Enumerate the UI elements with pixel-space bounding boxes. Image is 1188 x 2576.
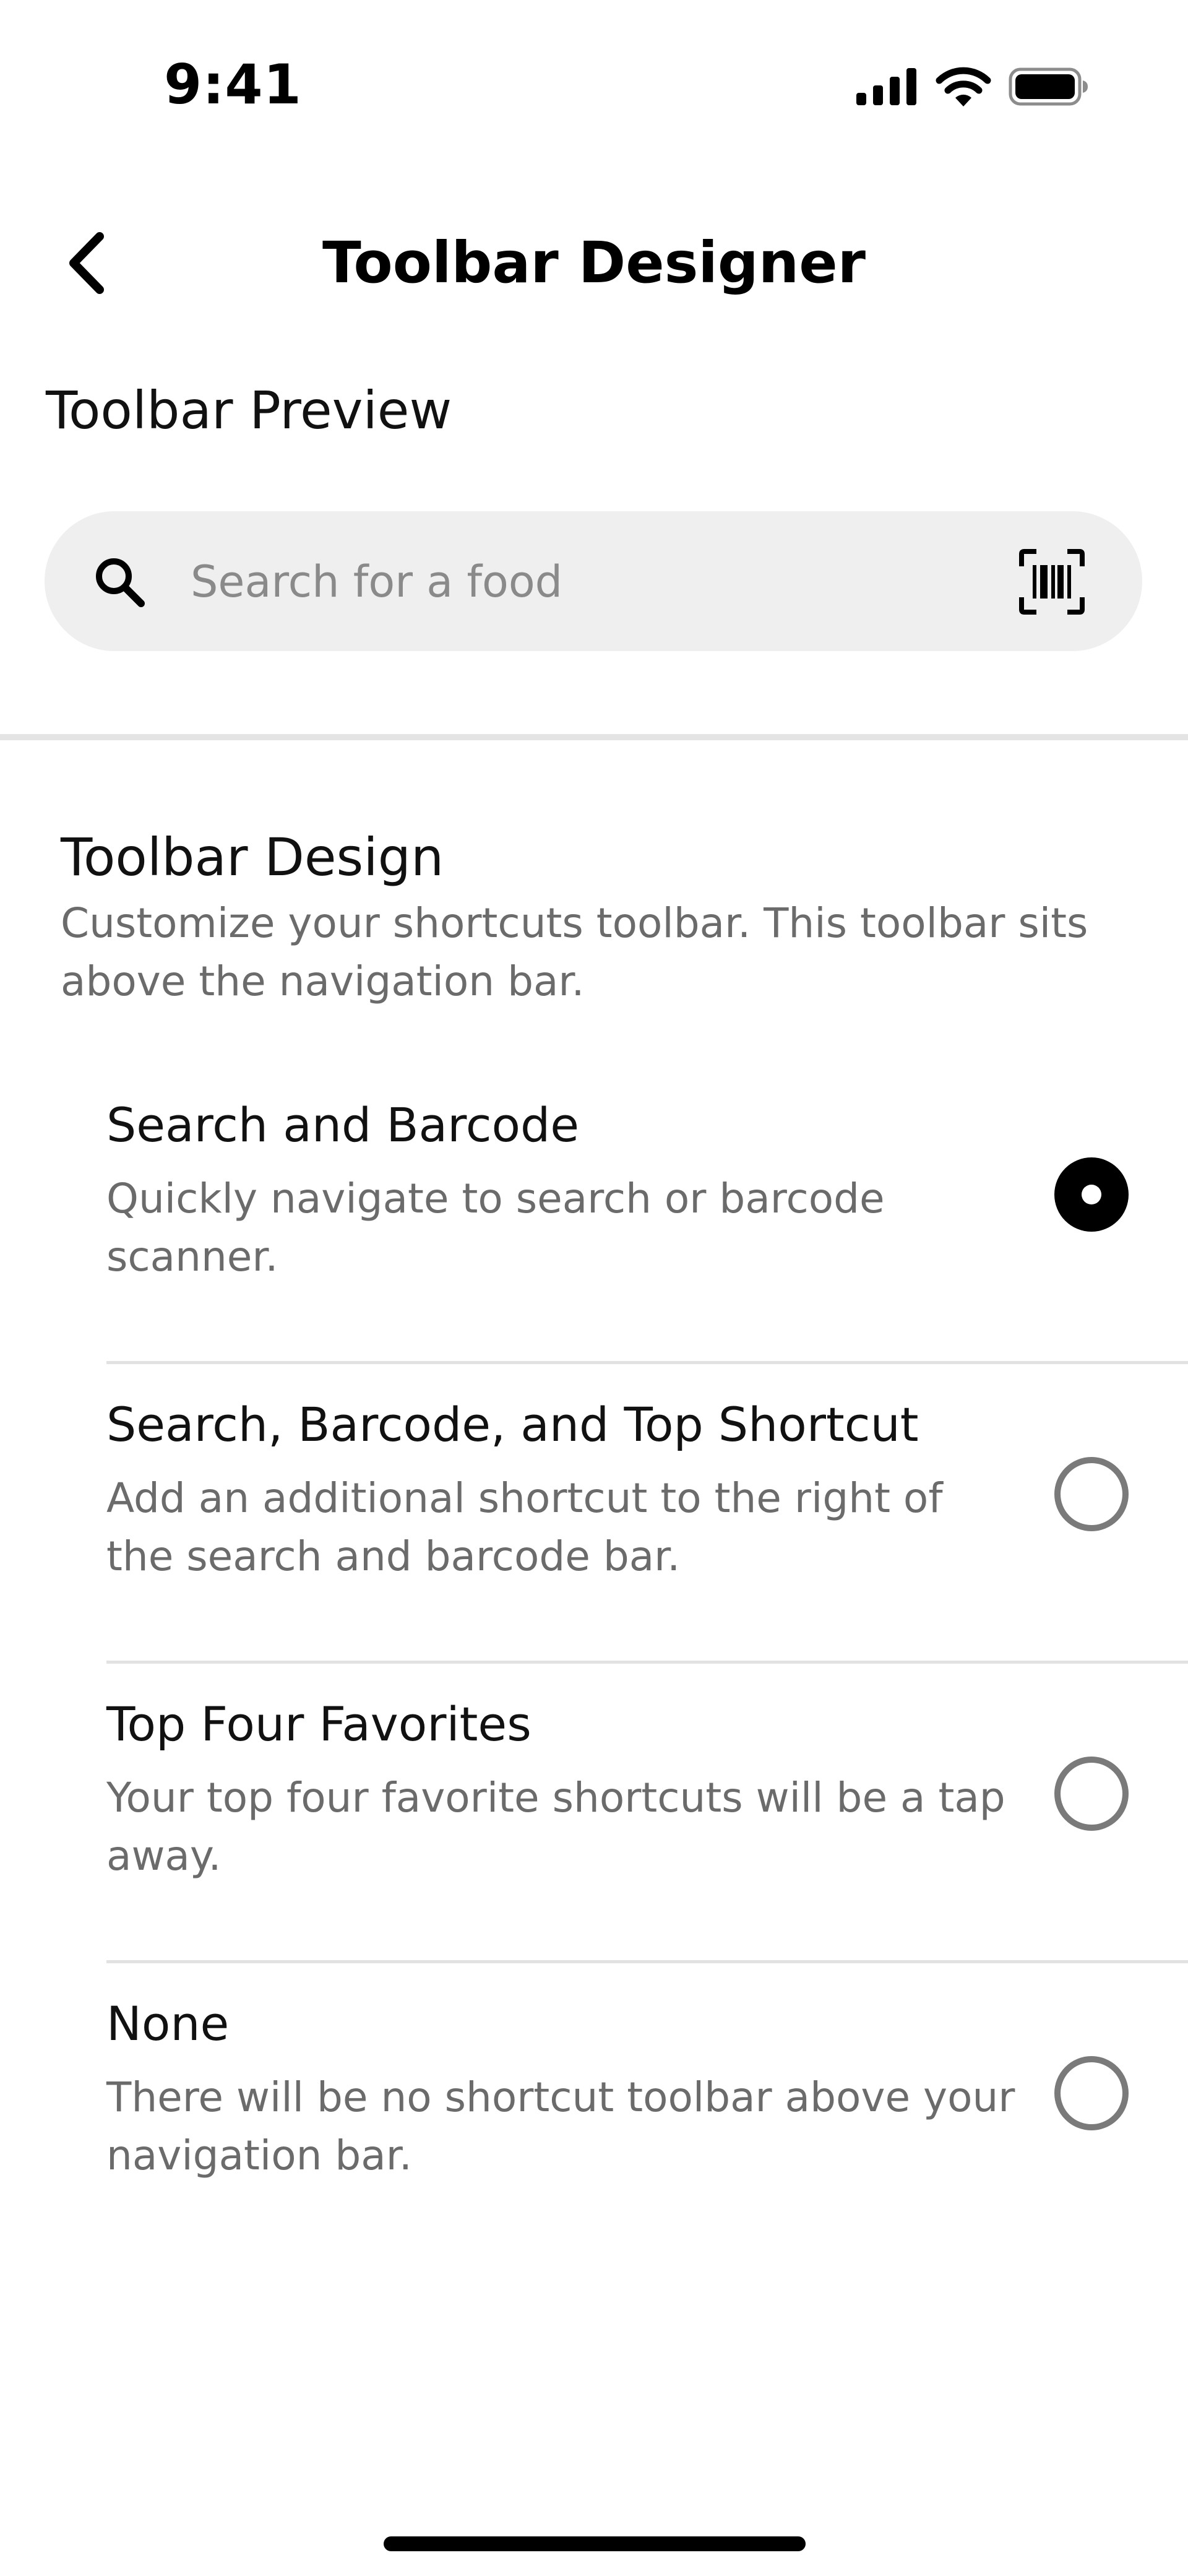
option-search-barcode-top-shortcut[interactable]: Search, Barcode, and Top Shortcut Add an… <box>106 1364 1188 1664</box>
toolbar-options-list: Search and Barcode Quickly navigate to s… <box>106 1065 1188 2263</box>
option-description: There will be no shortcut toolbar above … <box>106 2073 1015 2179</box>
home-indicator <box>384 2536 806 2551</box>
wifi-icon <box>936 67 991 106</box>
option-description: Add an additional shortcut to the right … <box>106 1474 943 1580</box>
radio-button[interactable] <box>1054 1757 1129 1831</box>
radio-button[interactable] <box>1054 1457 1129 1531</box>
option-title: Search, Barcode, and Top Shortcut <box>106 1397 919 1452</box>
status-bar: 9:41 <box>0 0 1188 176</box>
toolbar-preview-label: Toolbar Preview <box>46 380 452 441</box>
search-placeholder: Search for a food <box>191 556 563 607</box>
option-description: Your top four favorite shortcuts will be… <box>106 1774 1005 1880</box>
battery-icon <box>1009 67 1088 106</box>
toolbar-design-description: Customize your shortcuts toolbar. This t… <box>61 899 1088 1005</box>
radio-button-selected[interactable] <box>1054 1157 1129 1232</box>
option-none[interactable]: None There will be no shortcut toolbar a… <box>106 1963 1188 2263</box>
option-top-four-favorites[interactable]: Top Four Favorites Your top four favorit… <box>106 1664 1188 1963</box>
option-title: Top Four Favorites <box>106 1696 532 1752</box>
option-title: None <box>106 1996 230 2051</box>
page-title: Toolbar Designer <box>322 230 866 296</box>
cellular-signal-icon <box>856 68 916 105</box>
option-description: Quickly navigate to search or barcode sc… <box>106 1175 885 1281</box>
option-search-and-barcode[interactable]: Search and Barcode Quickly navigate to s… <box>106 1065 1188 1364</box>
barcode-scan-icon[interactable] <box>1018 548 1086 616</box>
section-divider <box>0 734 1188 740</box>
option-title: Search and Barcode <box>106 1097 579 1152</box>
status-time: 9:41 <box>164 53 302 116</box>
status-icons <box>856 65 1089 108</box>
radio-dot <box>1082 1185 1101 1204</box>
search-icon <box>96 558 145 607</box>
radio-button[interactable] <box>1054 2056 1129 2130</box>
toolbar-design-title: Toolbar Design <box>61 827 444 888</box>
